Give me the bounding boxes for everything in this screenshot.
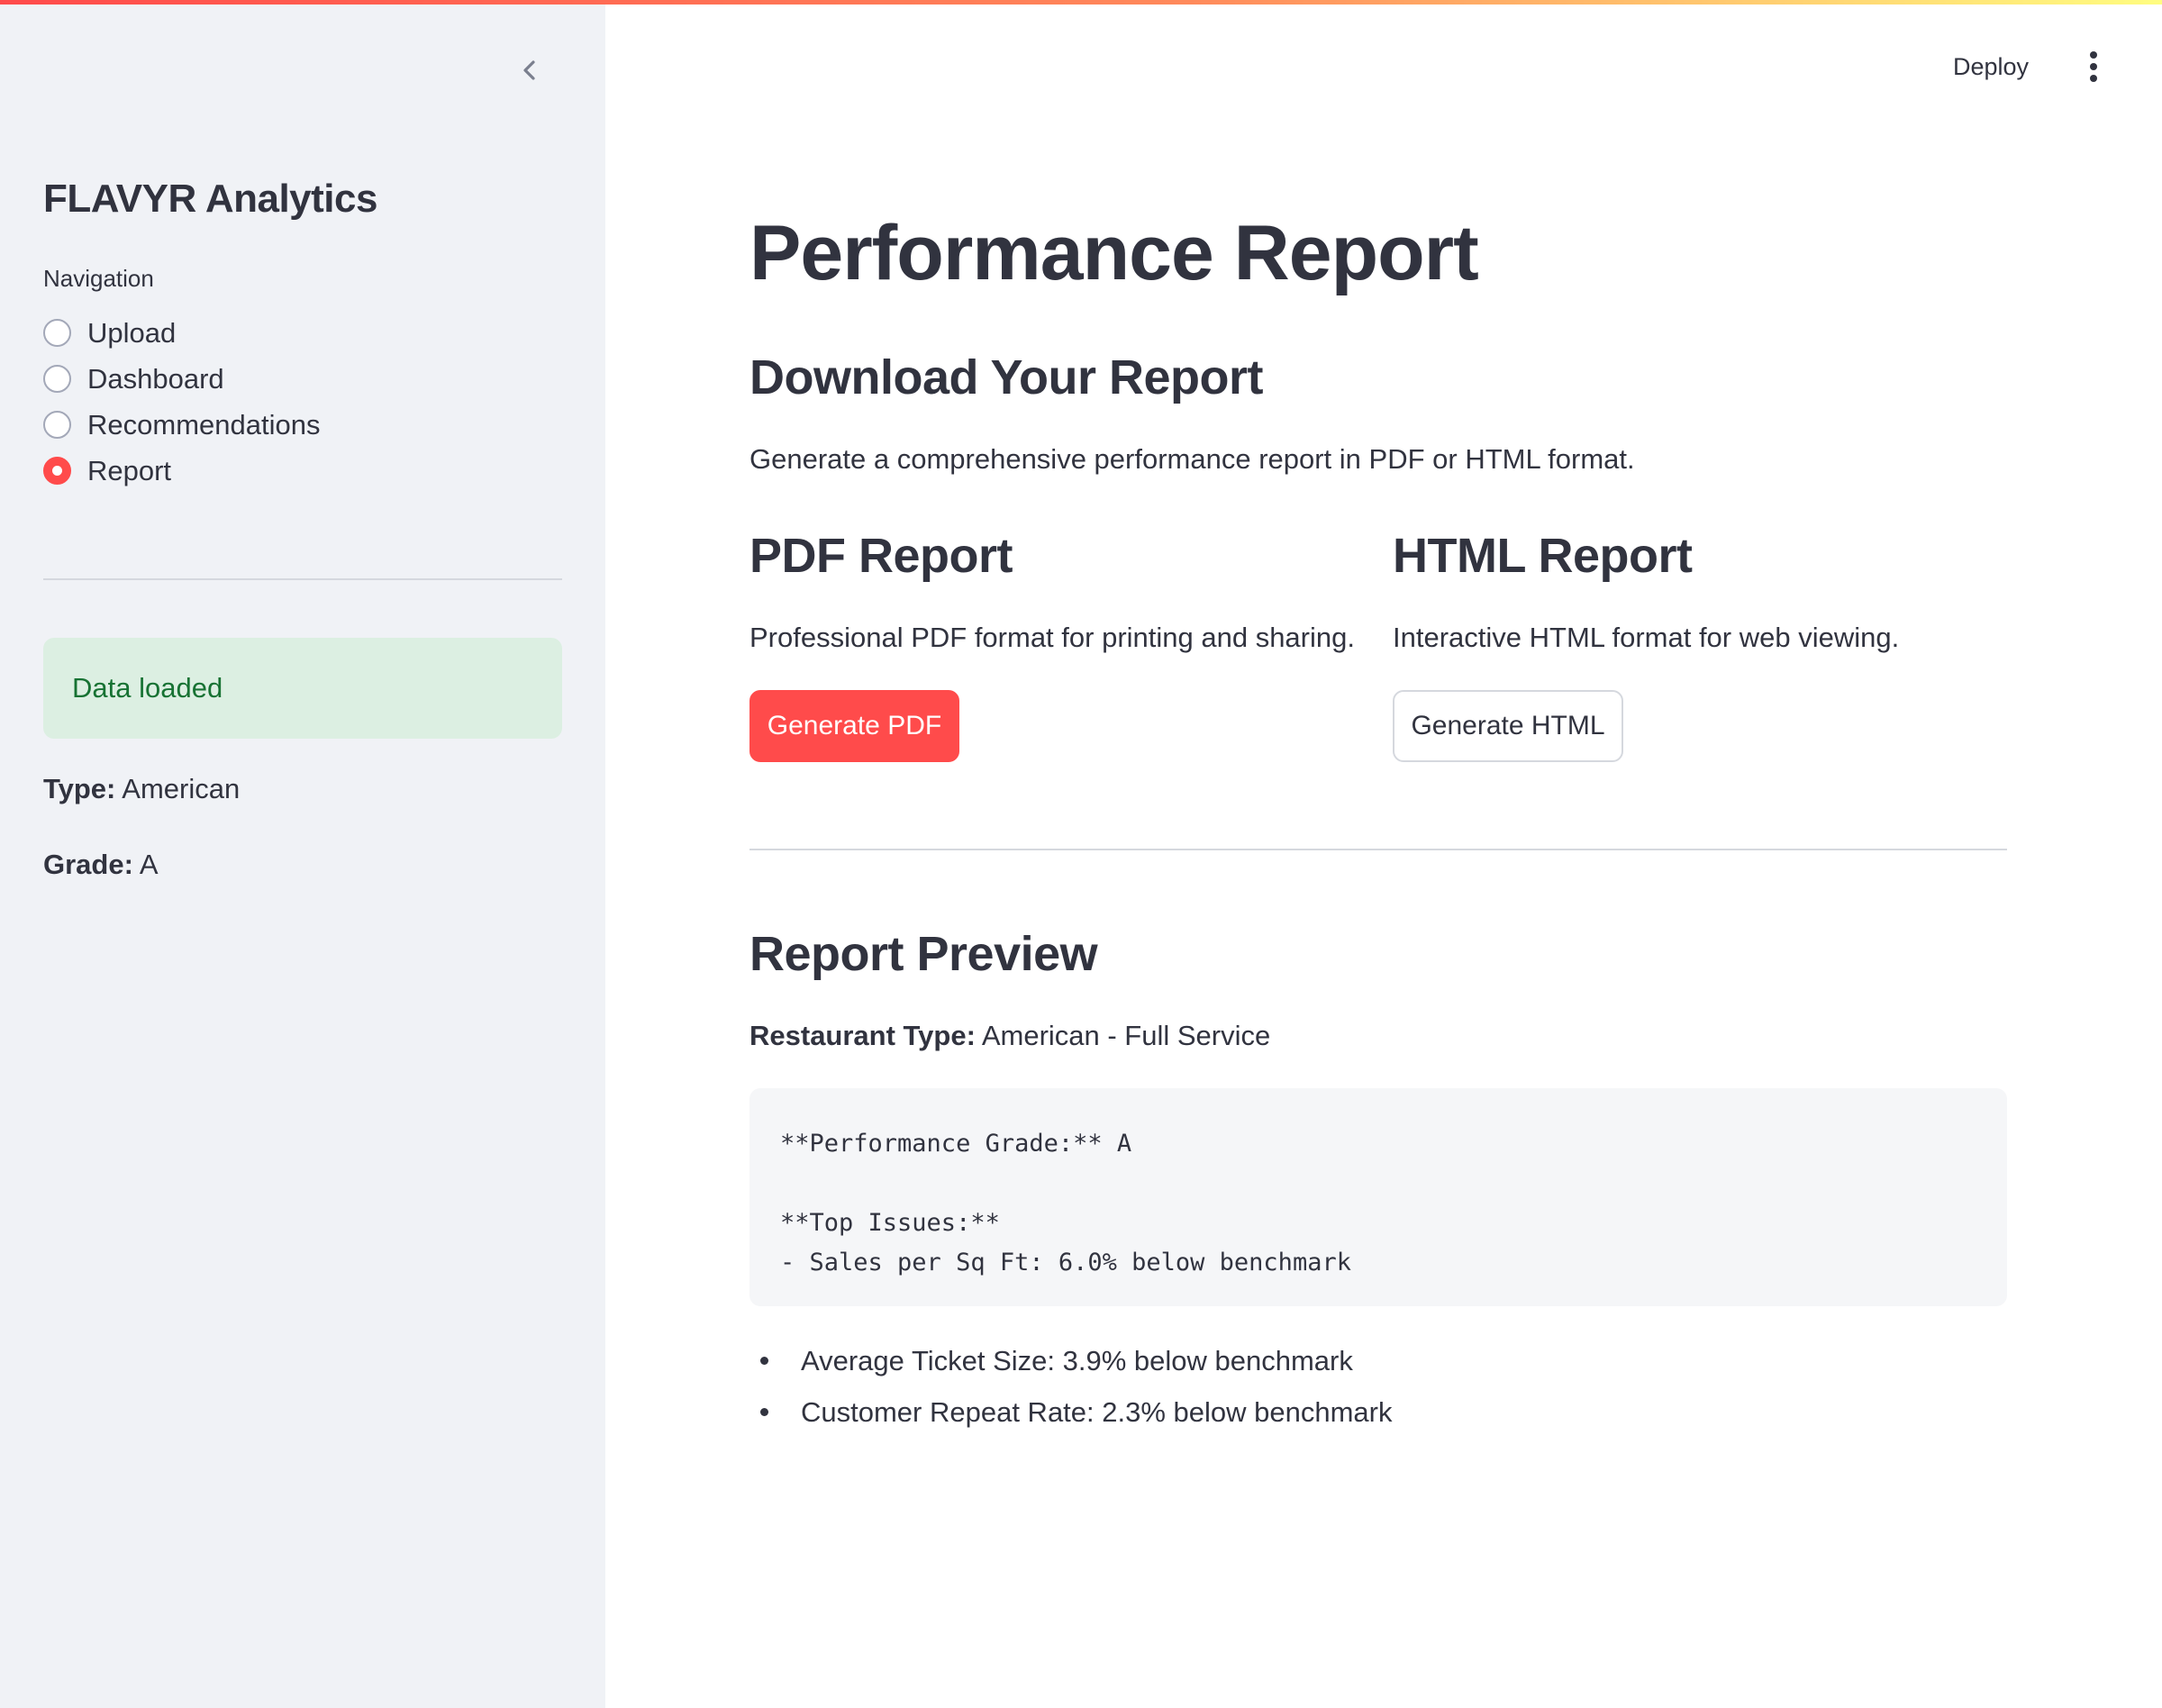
navigation-label: Navigation [43,265,154,292]
download-description: Generate a comprehensive performance rep… [749,443,1635,475]
grade-label: Grade: [43,849,133,880]
type-label: Type: [43,773,116,804]
app-title: FLAVYR Analytics [43,177,377,221]
main-menu-button[interactable] [2077,47,2110,86]
data-loaded-alert: Data loaded [43,638,562,739]
nav-radio-label: Report [87,454,172,486]
restaurant-type-info: Type: American [43,773,240,805]
report-preview-code-block: **Performance Grade:** A **Top Issues:**… [749,1088,2007,1306]
nav-radio-recommendations[interactable]: Recommendations [43,402,320,448]
collapse-sidebar-button[interactable] [510,50,550,90]
more-vertical-icon-dot [2090,75,2097,82]
restaurant-type-label: Restaurant Type: [749,1020,976,1051]
deploy-button[interactable]: Deploy [1953,47,2029,86]
nav-radio-label: Dashboard [87,362,224,395]
list-item-text: Customer Repeat Rate: 2.3% below benchma… [801,1395,1393,1428]
list-item: Customer Repeat Rate: 2.3% below benchma… [749,1386,1393,1438]
bullet-icon [760,1357,768,1365]
generate-html-button[interactable]: Generate HTML [1393,690,1623,762]
more-vertical-icon [2090,51,2097,59]
html-report-heading: HTML Report [1393,529,1693,583]
more-vertical-icon-dot [2090,63,2097,70]
restaurant-type-value: American - Full Service [981,1020,1271,1051]
restaurant-type-line: Restaurant Type: American - Full Service [749,1020,1270,1052]
pdf-report-heading: PDF Report [749,529,1013,583]
radio-checked-icon [43,457,71,485]
pdf-report-description: Professional PDF format for printing and… [749,622,1355,653]
page-title: Performance Report [749,210,1479,296]
generate-pdf-button[interactable]: Generate PDF [749,690,959,762]
nav-radio-upload[interactable]: Upload [43,310,320,356]
html-report-description: Interactive HTML format for web viewing. [1393,622,1900,653]
list-item: Average Ticket Size: 3.9% below benchmar… [749,1335,1393,1386]
navigation-radio-group: Upload Dashboard Recommendations Report [43,310,320,494]
report-preview-heading: Report Preview [749,927,1098,981]
top-decoration-bar [0,0,2162,5]
nav-radio-label: Upload [87,316,177,349]
radio-unchecked-icon [43,411,71,439]
issues-bullet-list: Average Ticket Size: 3.9% below benchmar… [749,1335,1393,1438]
grade-value: A [139,849,159,880]
nav-radio-label: Recommendations [87,408,321,441]
list-item-text: Average Ticket Size: 3.9% below benchmar… [801,1344,1353,1376]
nav-radio-report[interactable]: Report [43,448,320,494]
grade-info: Grade: A [43,849,159,881]
radio-unchecked-icon [43,319,71,347]
bullet-icon [760,1408,768,1416]
sidebar: FLAVYR Analytics Navigation Upload Dashb… [0,0,605,1708]
chevron-left-icon [523,60,535,80]
nav-radio-dashboard[interactable]: Dashboard [43,356,320,402]
type-value: American [122,773,241,804]
download-heading: Download Your Report [749,350,1264,404]
main-divider [749,849,2007,850]
app-root: FLAVYR Analytics Navigation Upload Dashb… [0,0,2162,1708]
alert-text: Data loaded [72,672,223,704]
sidebar-divider [43,578,562,580]
radio-unchecked-icon [43,365,71,393]
